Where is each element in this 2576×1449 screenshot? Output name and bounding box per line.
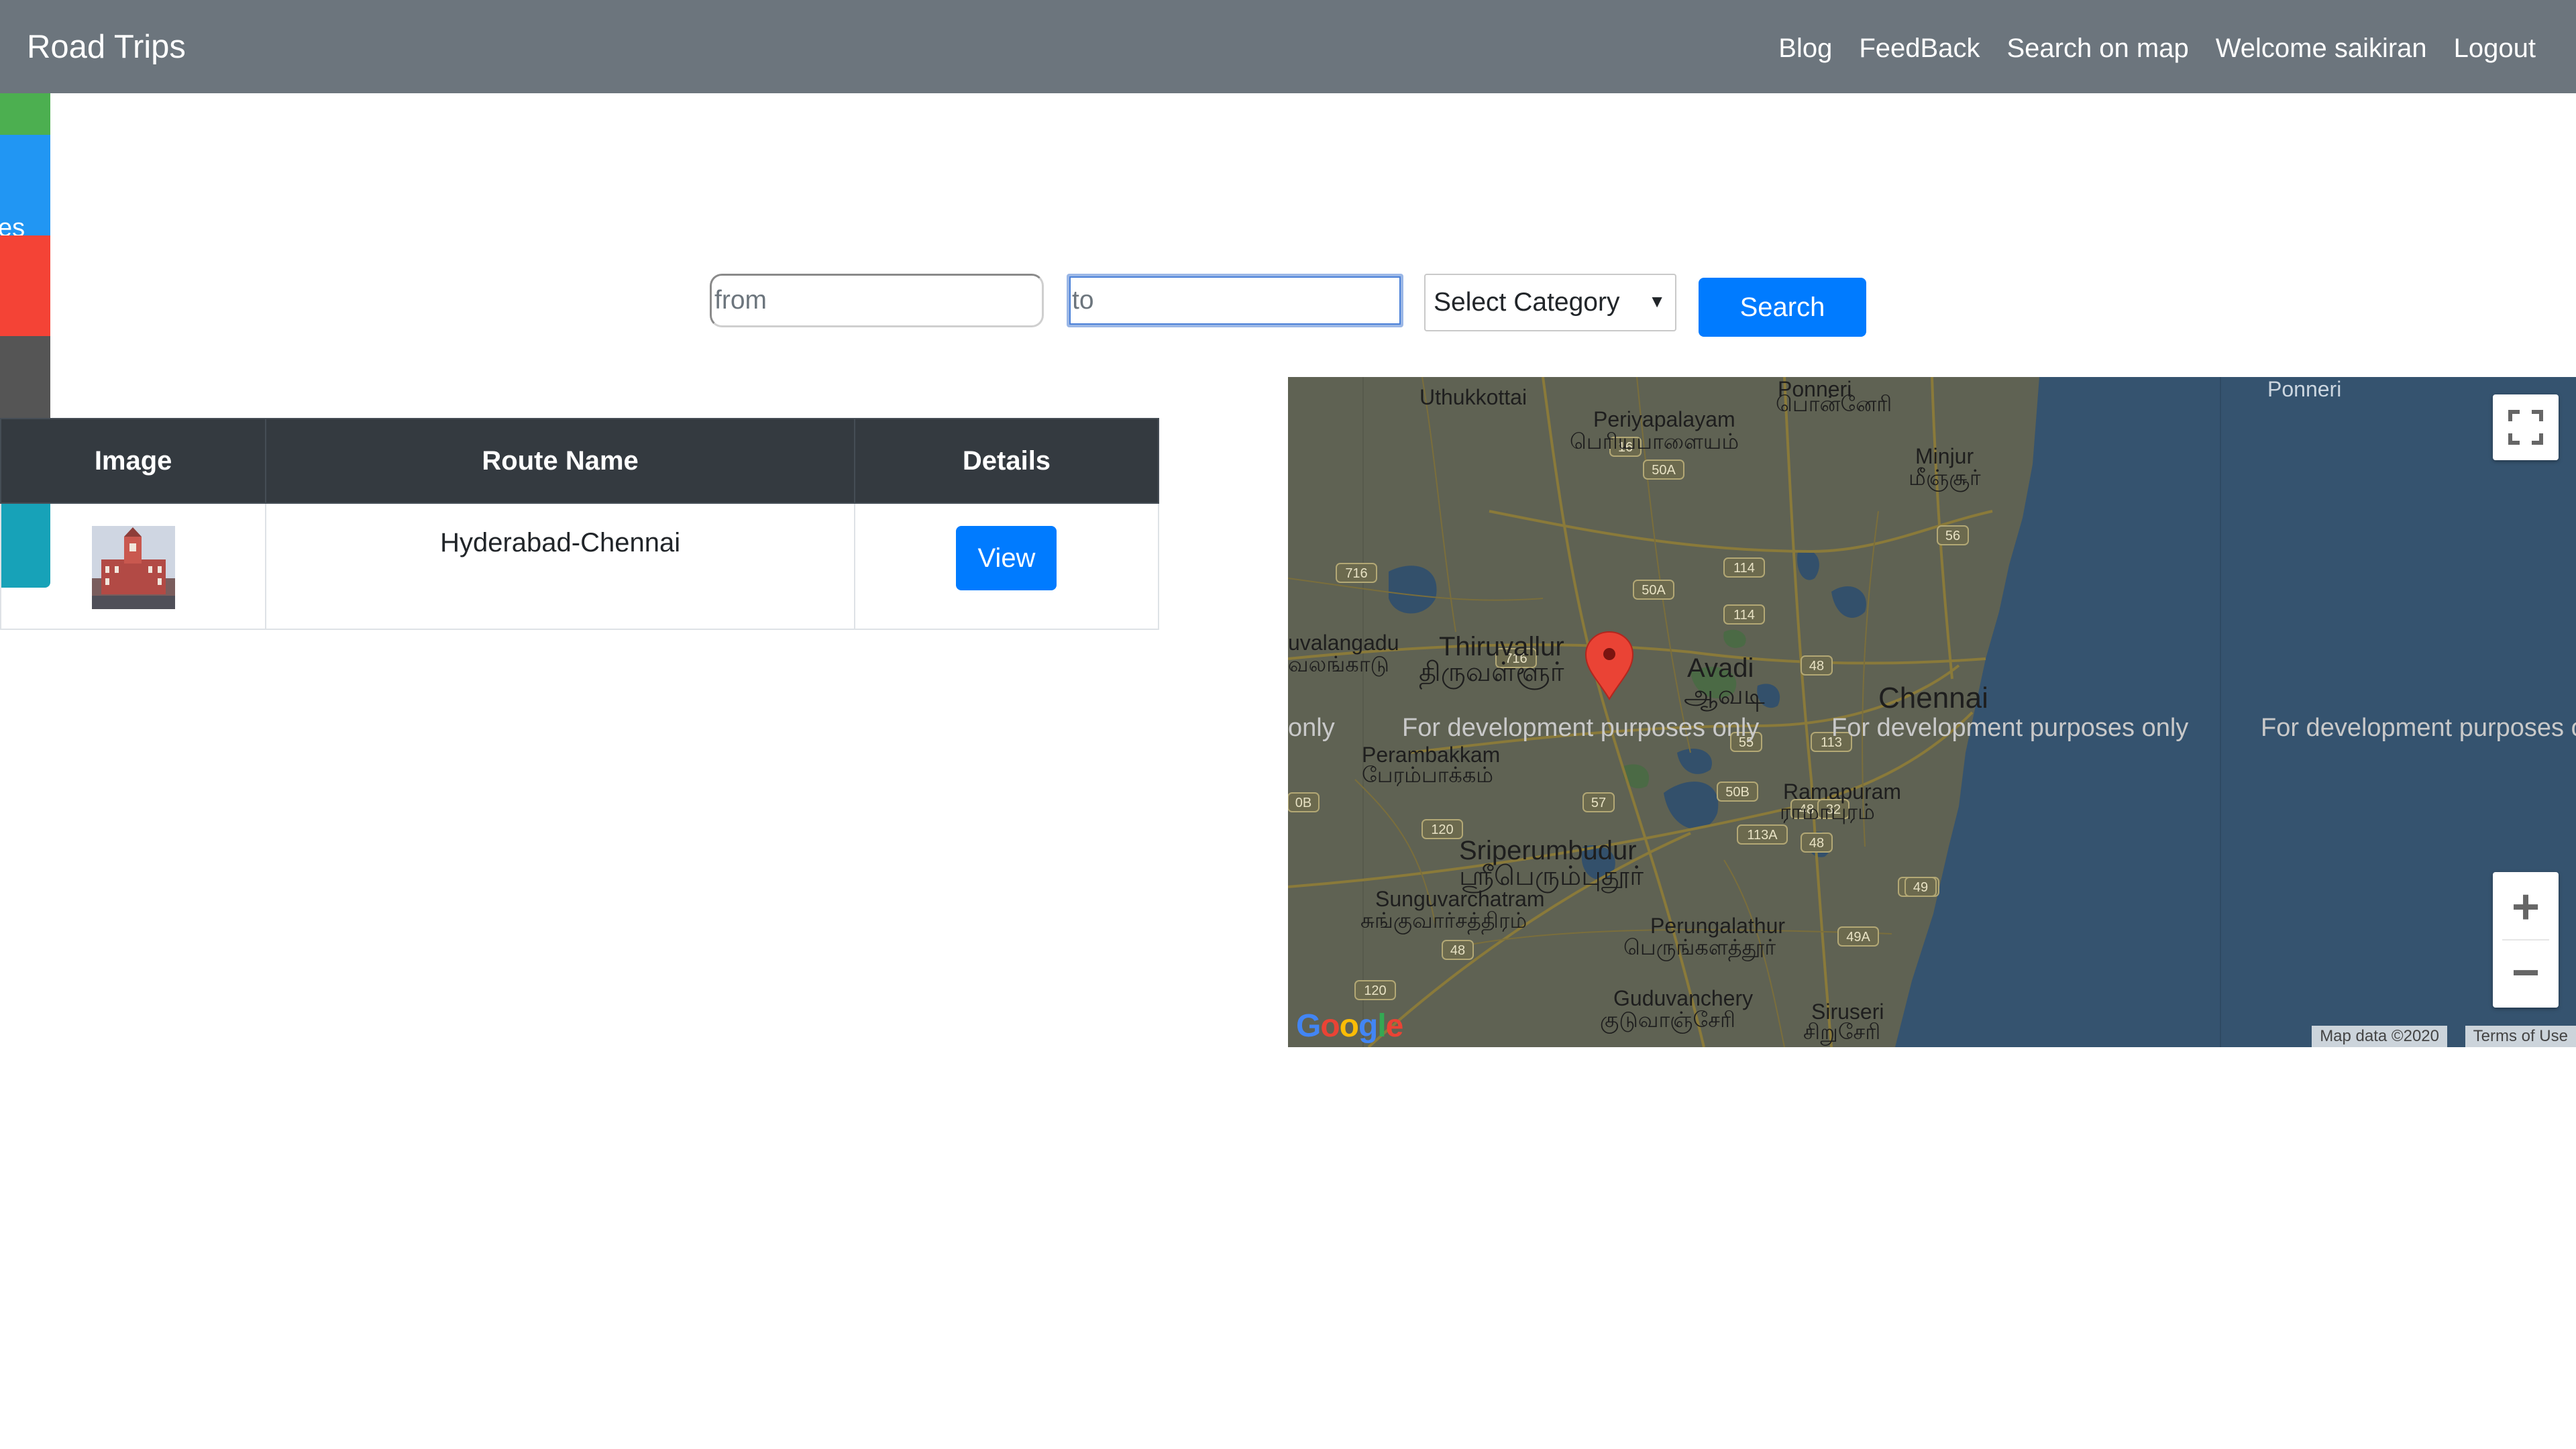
- fullscreen-button[interactable]: [2493, 394, 2559, 460]
- map-place-label: பெரியபாளையம்: [1570, 429, 1739, 453]
- map-watermark: For development purposes only: [1831, 714, 2189, 742]
- zoom-control: + −: [2493, 872, 2559, 1008]
- from-input[interactable]: [710, 274, 1044, 327]
- map-place-label: பொன்னேரி: [1776, 392, 1892, 416]
- svg-text:49: 49: [1913, 880, 1928, 895]
- to-input[interactable]: [1067, 274, 1403, 327]
- road-shield-icon: 56: [1937, 525, 1969, 545]
- road-shield-icon: 49: [1904, 877, 1937, 897]
- map-watermark-right: For development purposes o: [2261, 714, 2576, 742]
- map-place-label: திருவள்ளூர்: [1419, 657, 1564, 687]
- svg-text:113A: 113A: [1747, 828, 1778, 843]
- side-tab-blue[interactable]: ites: [0, 135, 50, 235]
- column-header-image: Image: [0, 418, 267, 504]
- table-row: Hyderabad-Chennai View: [0, 502, 1160, 630]
- road-shield-icon: 49A: [1837, 926, 1879, 947]
- svg-text:120: 120: [1364, 983, 1386, 998]
- road-shield-icon: 120: [1354, 980, 1396, 1000]
- side-tab-green[interactable]: [0, 93, 50, 135]
- svg-text:50A: 50A: [1642, 583, 1666, 598]
- map-watermark-left: only: [1288, 714, 1335, 742]
- map-place-label: சிறுசேரி: [1803, 1020, 1881, 1044]
- zoom-out-button[interactable]: −: [2512, 941, 2540, 1005]
- map-place-label: Uthukkottai: [1419, 385, 1527, 409]
- route-name: Hyderabad-Chennai: [440, 528, 681, 557]
- google-logo[interactable]: Google: [1296, 1008, 1403, 1044]
- map-watermark: For development purposes only: [1402, 714, 1760, 742]
- nav-link-feedback[interactable]: FeedBack: [1859, 30, 1980, 67]
- google-map[interactable]: 16 50A 56 114 716 50A 114 48 716 55 113 57 50B 48 32 11…: [1288, 377, 2576, 1047]
- road-shield-icon: 50A: [1633, 580, 1674, 600]
- svg-text:114: 114: [1733, 608, 1755, 623]
- road-shield-icon: 57: [1582, 792, 1615, 812]
- nav-link-logout[interactable]: Logout: [2454, 30, 2536, 67]
- column-header-details: Details: [853, 418, 1160, 504]
- map-place-label: குடுவாஞ்சேரி: [1600, 1008, 1735, 1032]
- map-data-attribution: Map data ©2020: [2312, 1026, 2447, 1047]
- zoom-in-button[interactable]: +: [2512, 875, 2540, 939]
- view-route-button[interactable]: View: [956, 526, 1057, 590]
- map-place-label: Chennai: [1878, 682, 1988, 714]
- road-shield-icon: 114: [1723, 557, 1765, 578]
- fullscreen-icon: [2508, 410, 2543, 445]
- road-shield-icon: 716: [1336, 563, 1377, 583]
- table-header-row: Image Route Name Details: [0, 418, 1160, 504]
- side-tab-blue-label: ites: [0, 214, 25, 235]
- category-select[interactable]: Select Category ▼: [1424, 274, 1676, 331]
- map-place-label: ஆவடி: [1684, 680, 1765, 710]
- road-shield-icon: 48: [1801, 833, 1833, 853]
- map-place-label: Periyapalayam: [1593, 407, 1735, 431]
- terms-of-use-link[interactable]: Terms of Use: [2465, 1026, 2576, 1047]
- map-place-label: Ponneri: [2267, 377, 2342, 401]
- routes-table: Image Route Name Details Hyderabad-Chenn…: [0, 418, 1160, 630]
- chevron-down-icon: ▼: [1648, 291, 1666, 311]
- svg-text:120: 120: [1431, 822, 1453, 837]
- svg-text:56: 56: [1945, 529, 1960, 543]
- column-header-route-name: Route Name: [265, 418, 855, 504]
- nav-links: Blog FeedBack Search on map Welcome saik…: [1752, 30, 2536, 67]
- svg-text:716: 716: [1345, 566, 1367, 581]
- svg-text:50B: 50B: [1725, 785, 1750, 800]
- svg-text:49A: 49A: [1846, 930, 1870, 945]
- route-image-cell: [0, 502, 267, 630]
- brand-logo[interactable]: Road Trips: [27, 27, 186, 67]
- map-place-label: ராமாபுரம்: [1780, 800, 1875, 824]
- search-button[interactable]: Search: [1699, 278, 1866, 337]
- map-place-label: Avadi: [1687, 653, 1754, 683]
- map-place-label: பெருங்களத்தூர்: [1623, 935, 1776, 959]
- svg-text:48: 48: [1450, 943, 1465, 958]
- route-details-cell: View: [853, 502, 1160, 630]
- road-shield-icon: 50A: [1643, 460, 1684, 480]
- svg-text:48: 48: [1809, 659, 1824, 674]
- road-shield-icon: 120: [1421, 819, 1463, 839]
- nav-link-search-on-map[interactable]: Search on map: [2006, 30, 2188, 67]
- nav-link-welcome-user[interactable]: Welcome saikiran: [2216, 30, 2427, 67]
- category-select-value: Select Category: [1434, 288, 1620, 317]
- road-shield-icon: 0B: [1288, 792, 1320, 812]
- map-place-label: சுங்குவார்சத்திரம்: [1360, 908, 1527, 932]
- svg-text:57: 57: [1591, 796, 1606, 810]
- map-place-label: பேரம்பாக்கம்: [1362, 763, 1494, 787]
- road-shield-icon: 48: [1442, 940, 1474, 960]
- road-shield-icon: 48: [1801, 655, 1833, 676]
- svg-text:48: 48: [1809, 836, 1824, 851]
- side-tab-red[interactable]: [0, 235, 50, 336]
- svg-text:0B: 0B: [1295, 796, 1311, 810]
- svg-text:114: 114: [1733, 561, 1755, 576]
- map-place-label: மீஞ்சூர்: [1909, 466, 1981, 490]
- route-name-cell: Hyderabad-Chennai: [265, 502, 855, 630]
- nav-link-blog[interactable]: Blog: [1778, 30, 1832, 67]
- road-shield-icon: 50B: [1717, 782, 1758, 802]
- road-shield-icon: 114: [1723, 604, 1765, 625]
- navbar: Road Trips Blog FeedBack Search on map W…: [0, 0, 2576, 93]
- road-shield-icon: 113A: [1737, 824, 1788, 845]
- svg-text:50A: 50A: [1652, 463, 1676, 478]
- map-place-label: வலங்காடு: [1288, 652, 1389, 676]
- building-thumbnail-icon[interactable]: [91, 526, 175, 609]
